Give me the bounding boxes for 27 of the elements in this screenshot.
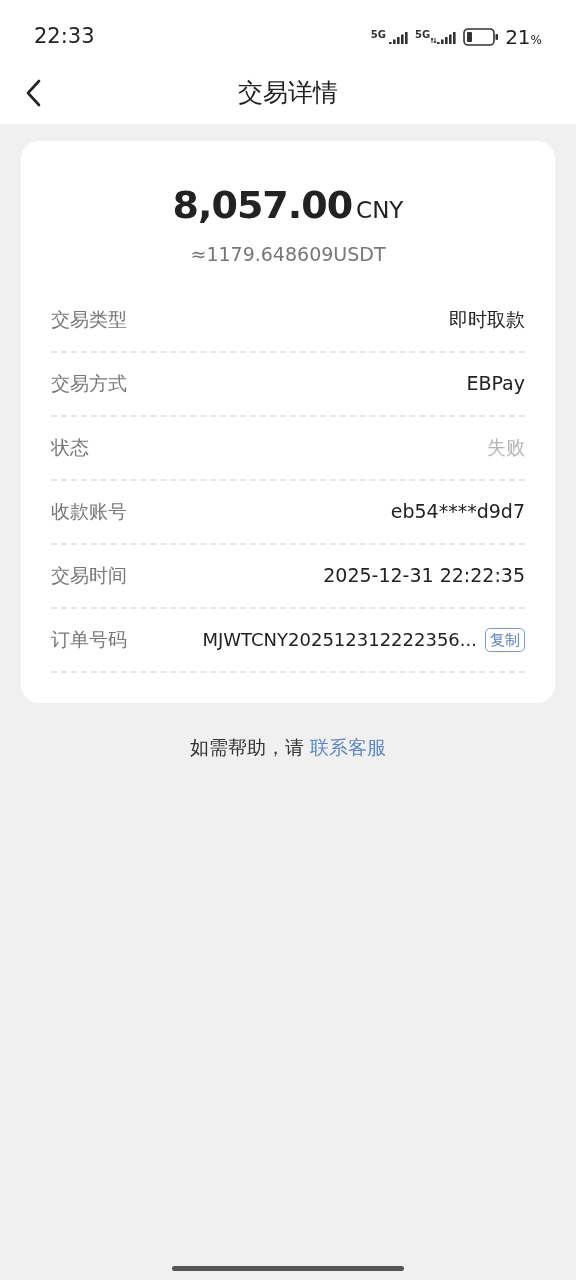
amount: 8,057.00 <box>172 182 353 229</box>
field-label: 交易类型 <box>51 307 127 333</box>
field-value: 2025-12-31 22:22:35 <box>323 563 525 589</box>
field-value: eb54****d9d7 <box>390 499 525 525</box>
field-label: 收款账号 <box>51 499 127 525</box>
help-text: 如需帮助，请 <box>190 734 304 760</box>
back-icon <box>25 79 41 107</box>
field-value: 即时取款 <box>449 307 525 333</box>
clock: 22:33 <box>34 23 95 51</box>
field-label: 交易时间 <box>51 563 127 589</box>
battery-percent: 21% <box>505 24 542 51</box>
network-label: 5G <box>370 30 386 40</box>
signal-icon <box>386 30 409 44</box>
page-title: 交易详情 <box>238 77 338 110</box>
currency: CNY <box>356 196 404 225</box>
copy-button[interactable]: 复制 <box>485 627 525 652</box>
signal-icon <box>431 30 458 44</box>
field-label: 状态 <box>51 435 89 461</box>
battery-icon <box>463 28 500 46</box>
field-value: EBPay <box>466 371 525 397</box>
field-label: 订单号码 <box>51 627 127 653</box>
field-label: 交易方式 <box>51 371 127 397</box>
converted-amount: ≈1179.648609USDT <box>190 242 386 267</box>
field-value: 失败 <box>487 435 525 461</box>
network-label: 5G <box>414 30 431 40</box>
field-value: MJWTCNY202512312222356... <box>202 628 477 652</box>
contact-support-link[interactable]: 联系客服 <box>310 732 386 761</box>
